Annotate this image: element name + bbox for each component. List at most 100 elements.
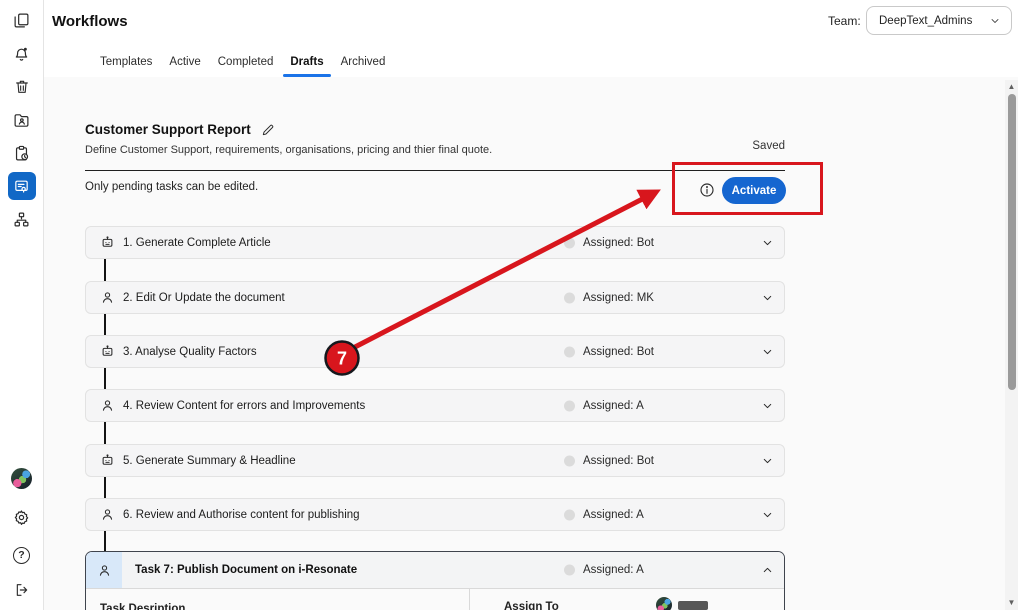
bot-icon <box>100 235 115 250</box>
status-dot <box>564 292 575 303</box>
chevron-down-icon[interactable] <box>761 291 774 304</box>
vertical-scrollbar[interactable]: ▲ ▼ <box>1005 80 1018 610</box>
activate-info-button[interactable] <box>699 182 715 203</box>
task7-icon-cell <box>86 552 122 588</box>
task-row-2[interactable]: 2. Edit Or Update the document Assigned:… <box>85 281 785 314</box>
workflow-title-row: Customer Support Report <box>85 122 275 137</box>
sidebar-item-sitemap[interactable] <box>8 205 36 233</box>
task-assigned: Assigned: A <box>583 509 644 521</box>
chevron-down-icon[interactable] <box>761 454 774 467</box>
task-row-4[interactable]: 4. Review Content for errors and Improve… <box>85 389 785 422</box>
sitemap-icon <box>13 211 30 228</box>
logout-icon <box>14 582 30 598</box>
task-label: 3. Analyse Quality Factors <box>123 346 257 358</box>
chevron-down-icon[interactable] <box>761 236 774 249</box>
top-header: Workflows Team: DeepText_Admins Template… <box>44 0 1018 77</box>
task-row-3[interactable]: 3. Analyse Quality Factors Assigned: Bot <box>85 335 785 368</box>
task-label: 4. Review Content for errors and Improve… <box>123 400 365 412</box>
tab-templates[interactable]: Templates <box>99 54 153 76</box>
trash-icon <box>14 79 30 95</box>
task7-detail-panel: Task Desription Assign To <box>86 589 784 610</box>
clipboard-history-icon <box>13 145 30 162</box>
task-assigned: Assigned: A <box>583 400 644 412</box>
user-icon <box>100 398 115 413</box>
activate-button[interactable]: Activate <box>722 177 786 204</box>
task-row-6[interactable]: 6. Review and Authorise content for publ… <box>85 498 785 531</box>
task-connector <box>104 314 107 335</box>
task-label: 5. Generate Summary & Headline <box>123 455 296 467</box>
bot-icon <box>100 344 115 359</box>
sidebar-item-folder-media[interactable] <box>8 106 36 134</box>
status-dot <box>564 455 575 466</box>
task-connector <box>104 477 107 498</box>
workflows-icon <box>13 178 30 195</box>
task-label: 2. Edit Or Update the document <box>123 292 285 304</box>
tab-active[interactable]: Active <box>168 54 201 76</box>
chevron-down-icon[interactable] <box>761 508 774 521</box>
tab-bar: Templates Active Completed Drafts Archiv… <box>99 54 386 76</box>
assign-to-label: Assign To <box>504 601 559 610</box>
task-connector <box>104 422 107 444</box>
sidebar-item-settings[interactable] <box>8 503 36 531</box>
team-select[interactable]: DeepText_Admins <box>866 6 1012 35</box>
help-icon: ? <box>13 547 30 564</box>
assignee-name-stub <box>678 601 708 610</box>
chevron-up-icon[interactable] <box>761 564 774 577</box>
folder-media-icon <box>13 112 30 129</box>
tab-completed[interactable]: Completed <box>217 54 275 76</box>
save-status: Saved <box>85 140 785 152</box>
scrollbar-thumb[interactable] <box>1008 94 1016 390</box>
sidebar-item-notifications[interactable] <box>8 40 36 68</box>
chevron-down-icon[interactable] <box>761 345 774 358</box>
scroll-down-icon[interactable]: ▼ <box>1005 598 1018 608</box>
task-card-7: Task 7: Publish Document on i-Resonate A… <box>85 551 785 610</box>
task-connector <box>104 531 107 551</box>
user-icon <box>97 563 112 578</box>
task-assigned: Assigned: Bot <box>583 455 654 467</box>
task-row-7[interactable]: Task 7: Publish Document on i-Resonate A… <box>86 552 784 589</box>
task-row-5[interactable]: 5. Generate Summary & Headline Assigned:… <box>85 444 785 477</box>
assignee-avatar <box>656 597 672 610</box>
sidebar-item-help[interactable]: ? <box>8 541 36 569</box>
notifications-icon <box>13 46 30 63</box>
task-row-1[interactable]: 1. Generate Complete Article Assigned: B… <box>85 226 785 259</box>
status-dot <box>564 565 575 576</box>
task-assigned: Assigned: Bot <box>583 346 654 358</box>
task-description-cell: Task Desription <box>86 589 470 610</box>
chevron-down-icon[interactable] <box>761 399 774 412</box>
team-label: Team: <box>828 14 861 28</box>
tab-drafts[interactable]: Drafts <box>289 54 324 76</box>
task-description-label: Task Desription <box>100 603 185 610</box>
task-label: Task 7: Publish Document on i-Resonate <box>135 564 357 576</box>
task-connector <box>104 259 107 281</box>
tab-archived[interactable]: Archived <box>340 54 387 76</box>
status-dot <box>564 400 575 411</box>
user-icon <box>100 507 115 522</box>
sidebar-item-documents[interactable] <box>8 6 36 34</box>
task-connector <box>104 368 107 389</box>
sidebar-item-clipboard-history[interactable] <box>8 139 36 167</box>
info-icon <box>699 182 715 198</box>
status-dot <box>564 509 575 520</box>
bot-icon <box>100 453 115 468</box>
task-assigned: Assigned: A <box>583 564 644 576</box>
avatar <box>11 468 32 489</box>
page-title: Workflows <box>52 13 128 30</box>
task-assigned: Assigned: Bot <box>583 237 654 249</box>
edit-pencil-icon[interactable] <box>261 123 275 137</box>
scroll-up-icon[interactable]: ▲ <box>1005 82 1018 92</box>
task-label: 6. Review and Authorise content for publ… <box>123 509 360 521</box>
assign-to-cell: Assign To <box>470 589 784 610</box>
workflow-title: Customer Support Report <box>85 122 251 137</box>
sidebar-item-trash[interactable] <box>8 73 36 101</box>
gear-icon <box>13 509 30 526</box>
sidebar: ? <box>0 0 44 610</box>
sidebar-item-workflows[interactable] <box>8 172 36 200</box>
section-divider <box>85 170 785 171</box>
sidebar-item-logout[interactable] <box>8 576 36 604</box>
task-label: 1. Generate Complete Article <box>123 237 271 249</box>
annotation-arrow <box>355 192 656 347</box>
status-dot <box>564 346 575 357</box>
sidebar-user-avatar[interactable] <box>8 464 36 492</box>
assignee-chip[interactable] <box>656 597 708 610</box>
